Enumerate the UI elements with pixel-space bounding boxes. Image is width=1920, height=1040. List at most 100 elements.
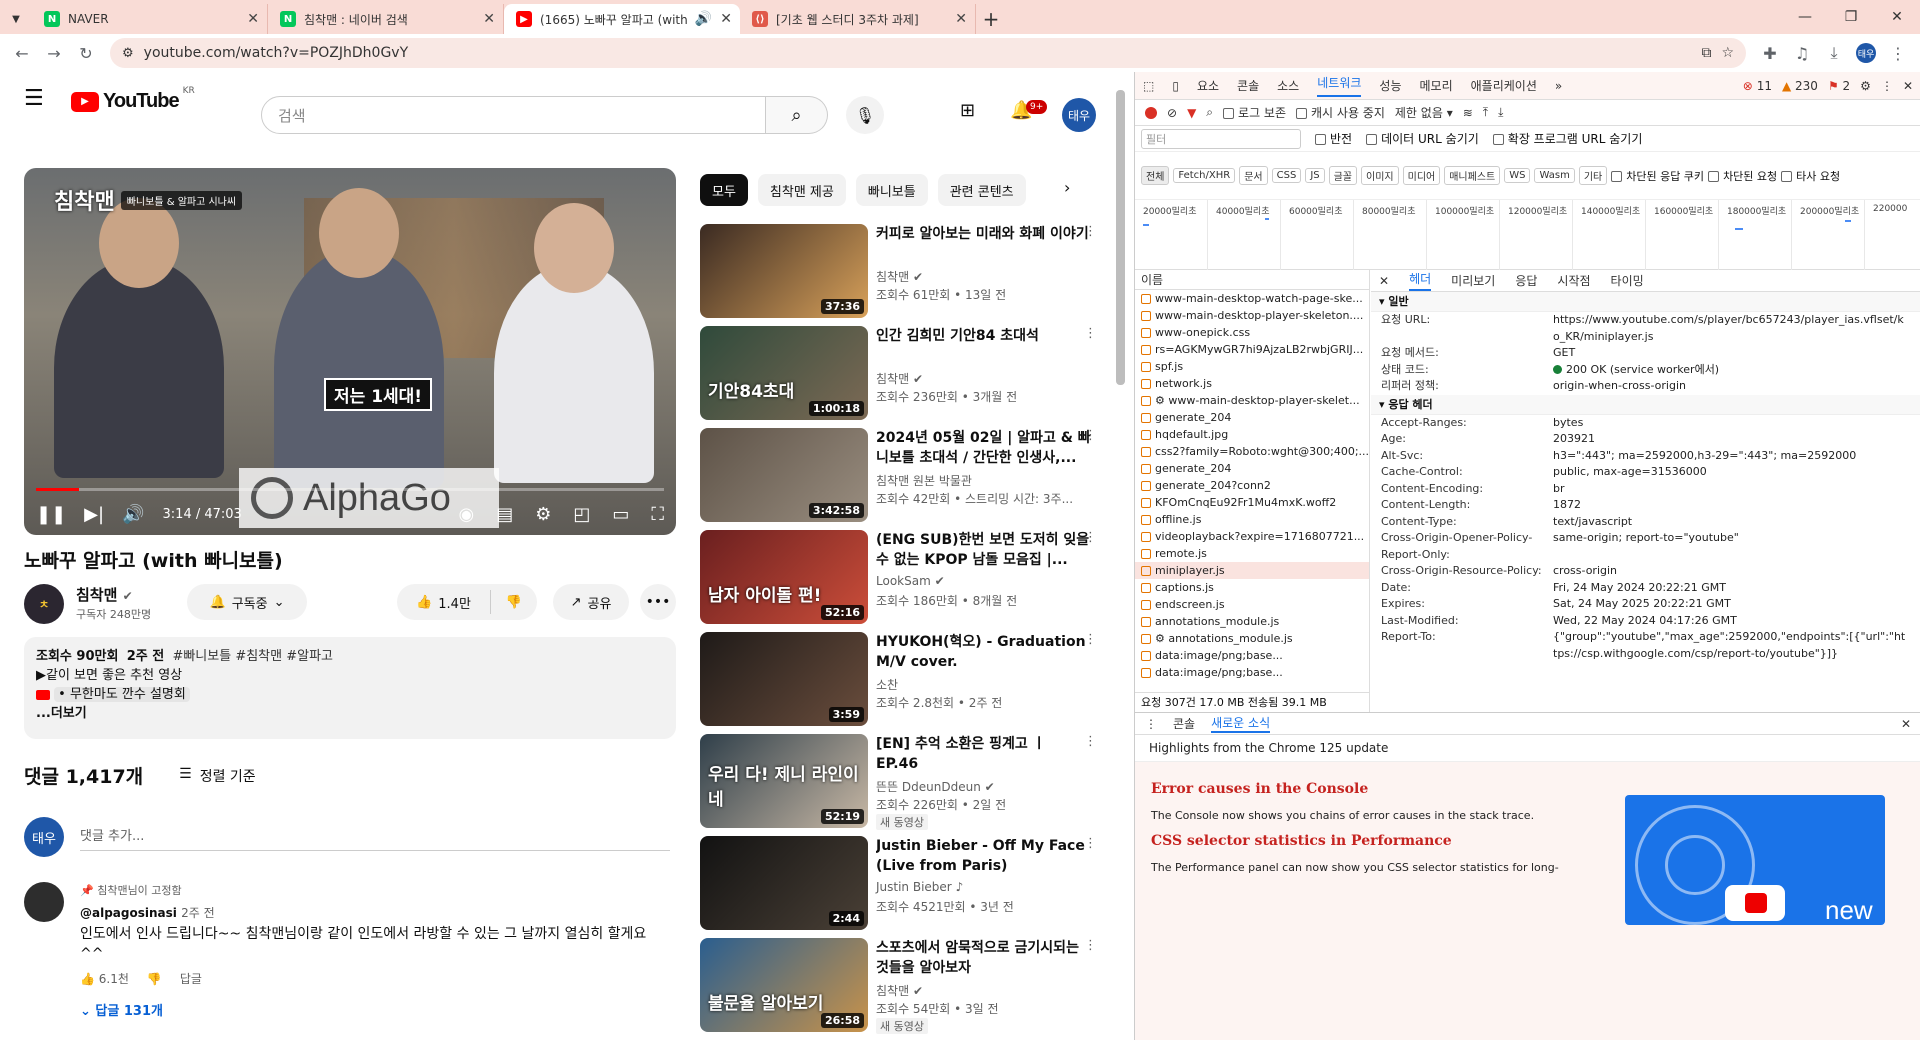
error-count[interactable]: ⊗ 11: [1743, 79, 1772, 93]
type-filter-button[interactable]: CSS: [1271, 168, 1302, 183]
throttle-select[interactable]: 제한 없음 ▾: [1395, 104, 1453, 121]
more-actions-button[interactable]: •••: [640, 584, 676, 620]
hide-data-urls-checkbox[interactable]: 데이터 URL 숨기기: [1366, 130, 1479, 147]
devtools-tab[interactable]: 성능: [1379, 77, 1401, 94]
whats-new-item-title[interactable]: CSS selector statistics in Performance: [1151, 833, 1452, 849]
devtools-tab[interactable]: 메모리: [1420, 77, 1453, 94]
subtitles-icon[interactable]: ▤: [496, 504, 513, 525]
video-channel[interactable]: 침착맨 원본 박물관: [876, 472, 972, 489]
response-section-header[interactable]: ▾ 응답 헤더: [1371, 394, 1920, 415]
more-options-icon[interactable]: ⋮: [1084, 632, 1097, 647]
network-conditions-icon[interactable]: ≋: [1463, 106, 1473, 120]
video-thumbnail[interactable]: 우리 다! 제니 라인이네 52:19: [700, 734, 868, 828]
blocked-cookies-checkbox[interactable]: 차단된 응답 쿠키: [1611, 168, 1704, 184]
invert-checkbox[interactable]: 반전: [1315, 130, 1352, 147]
network-request-row[interactable]: hqdefault.jpg: [1135, 426, 1369, 443]
forward-button[interactable]: →: [40, 39, 68, 67]
network-request-row[interactable]: generate_204: [1135, 409, 1369, 426]
devtools-tab[interactable]: 애플리케이션: [1471, 77, 1537, 94]
network-request-row[interactable]: generate_204: [1135, 460, 1369, 477]
network-request-row[interactable]: ⚙ annotations_module.js: [1135, 630, 1369, 647]
youtube-logo[interactable]: ▶ YouTube KR: [71, 86, 195, 113]
type-filter-button[interactable]: 매니페스트: [1444, 166, 1501, 185]
video-title[interactable]: 커피로 알아보는 미래와 화폐 이야기: [876, 224, 1091, 244]
video-title[interactable]: 2024년 05월 02일 | 알파고 & 빠니보틀 초대석 / 간단한 인생사…: [876, 428, 1091, 468]
miniplayer-icon[interactable]: ◰: [573, 504, 590, 525]
network-request-row[interactable]: rs=AGKMywGR7hi9AjzaLB2rwbjGRIJ...: [1135, 341, 1369, 358]
filter-chip[interactable]: 관련 콘텐츠: [937, 174, 1026, 206]
filter-chip[interactable]: 침착맨 제공: [757, 174, 846, 206]
browser-tab[interactable]: N 침착맨 : 네이버 검색 ✕: [268, 4, 504, 34]
settings-gear-icon[interactable]: ⚙: [535, 504, 551, 525]
page-scrollbar[interactable]: [1116, 90, 1125, 385]
video-title[interactable]: (ENG SUB)한번 보면 도저히 잊을 수 없는 KPOP 남돌 모음집 |…: [876, 530, 1091, 570]
network-request-row[interactable]: captions.js: [1135, 579, 1369, 596]
chips-next-icon[interactable]: ›: [1064, 178, 1070, 197]
recommended-video[interactable]: 남자 아이돌 편! 52:16 (ENG SUB)한번 보면 도저히 잊을 수 없는…: [700, 530, 1100, 632]
close-drawer-icon[interactable]: ✕: [1901, 717, 1920, 731]
network-request-row[interactable]: network.js: [1135, 375, 1369, 392]
video-title[interactable]: Justin Bieber - Off My Face (Live from P…: [876, 836, 1091, 876]
account-avatar[interactable]: 태우: [1062, 98, 1096, 132]
video-thumbnail[interactable]: 3:42:58: [700, 428, 868, 522]
video-title[interactable]: 스포츠에서 암묵적으로 금기시되는 것들을 알아보자: [876, 938, 1091, 978]
network-request-row[interactable]: KFOmCnqEu92Fr1Mu4mxK.woff2: [1135, 494, 1369, 511]
more-options-icon[interactable]: ⋮: [1084, 428, 1097, 443]
filter-chip[interactable]: 빠니보틀: [855, 174, 928, 206]
description-box[interactable]: 조회수 90만회 2주 전 #빠니보틀 #침착맨 #알파고 ▶같이 보면 좋은 …: [24, 637, 676, 739]
install-app-icon[interactable]: ⧉: [1701, 45, 1711, 61]
video-channel[interactable]: 침착맨 ✔: [876, 268, 923, 285]
blocked-requests-checkbox[interactable]: 차단된 요청: [1708, 168, 1777, 184]
recommended-video[interactable]: 3:42:58 2024년 05월 02일 | 알파고 & 빠니보틀 초대석 / …: [700, 428, 1100, 530]
video-thumbnail[interactable]: 3:59: [700, 632, 868, 726]
whats-new-item-title[interactable]: Error causes in the Console: [1151, 781, 1368, 797]
browser-tab[interactable]: ⟨⟩ [기초 웹 스터디 3주차 과제] ✕: [740, 4, 976, 34]
record-icon[interactable]: [1145, 106, 1157, 119]
video-thumbnail[interactable]: 37:36: [700, 224, 868, 318]
network-request-row[interactable]: remote.js: [1135, 545, 1369, 562]
preserve-log-checkbox[interactable]: 로그 보존: [1223, 104, 1286, 121]
network-request-row[interactable]: data:image/png;base...: [1135, 647, 1369, 664]
fullscreen-icon[interactable]: ⛶: [651, 504, 664, 525]
site-info-icon[interactable]: ⚙: [122, 46, 134, 61]
video-thumbnail[interactable]: 불문율 알아보기 26:58: [700, 938, 868, 1032]
tab-audio-icon[interactable]: 🔊: [695, 11, 712, 27]
network-request-row[interactable]: videoplayback?expire=1716807721...: [1135, 528, 1369, 545]
tab-search-button[interactable]: ▼: [0, 4, 32, 34]
device-toolbar-icon[interactable]: ▯: [1172, 79, 1179, 93]
comment-dislike-icon[interactable]: 👎: [147, 972, 162, 986]
create-video-icon[interactable]: ⊞: [960, 100, 975, 121]
tab-close-icon[interactable]: ✕: [955, 11, 967, 27]
filter-icon[interactable]: ▼: [1187, 106, 1196, 120]
share-button[interactable]: ↗ 공유: [553, 584, 629, 620]
progress-bar[interactable]: [36, 488, 664, 491]
network-request-row[interactable]: spf.js: [1135, 358, 1369, 375]
address-bar[interactable]: ⚙ youtube.com/watch?v=POZJhDh0GvY ⧉ ☆: [110, 38, 1746, 68]
video-thumbnail[interactable]: 2:44: [700, 836, 868, 930]
close-devtools-icon[interactable]: ✕: [1903, 79, 1913, 93]
comment-like-button[interactable]: 👍 6.1천: [80, 970, 129, 987]
type-filter-button[interactable]: Fetch/XHR: [1173, 168, 1236, 183]
type-filter-button[interactable]: 미디어: [1402, 166, 1441, 185]
detail-tab[interactable]: 시작점: [1557, 272, 1590, 289]
video-player[interactable]: 침착맨 빠니보틀 & 알파고 시나씨 저는 1세대! AlphaGo ❚❚ ▶|…: [24, 168, 676, 535]
reload-button[interactable]: ↻: [72, 39, 100, 67]
more-options-icon[interactable]: ⋮: [1084, 938, 1097, 953]
show-more-link[interactable]: ...더보기: [36, 704, 664, 723]
more-options-icon[interactable]: ⋮: [1084, 836, 1097, 851]
volume-icon[interactable]: 🔊: [122, 504, 144, 525]
type-filter-button[interactable]: Wasm: [1534, 168, 1575, 183]
video-thumbnail[interactable]: 기안84초대 1:00:18: [700, 326, 868, 420]
drawer-menu-icon[interactable]: ⋮: [1145, 717, 1157, 731]
channel-avatar[interactable]: ㅊ: [24, 584, 64, 624]
recommended-video[interactable]: 3:59 HYUKOH(혁오) - Graduation M/V cover. 소찬…: [700, 632, 1100, 734]
detail-tab[interactable]: 응답: [1515, 272, 1537, 289]
network-request-row[interactable]: annotations_module.js: [1135, 613, 1369, 630]
close-details-icon[interactable]: ✕: [1379, 274, 1389, 288]
video-channel[interactable]: 침착맨 ✔: [876, 370, 923, 387]
minimize-icon[interactable]: —: [1782, 0, 1828, 34]
browser-tab[interactable]: N NAVER ✕: [32, 4, 268, 34]
theater-mode-icon[interactable]: ▭: [612, 504, 629, 525]
detail-tab[interactable]: 타이밍: [1611, 272, 1644, 289]
recommended-video[interactable]: 37:36 커피로 알아보는 미래와 화폐 이야기 침착맨 ✔ 조회수 61만회 • …: [700, 224, 1100, 326]
